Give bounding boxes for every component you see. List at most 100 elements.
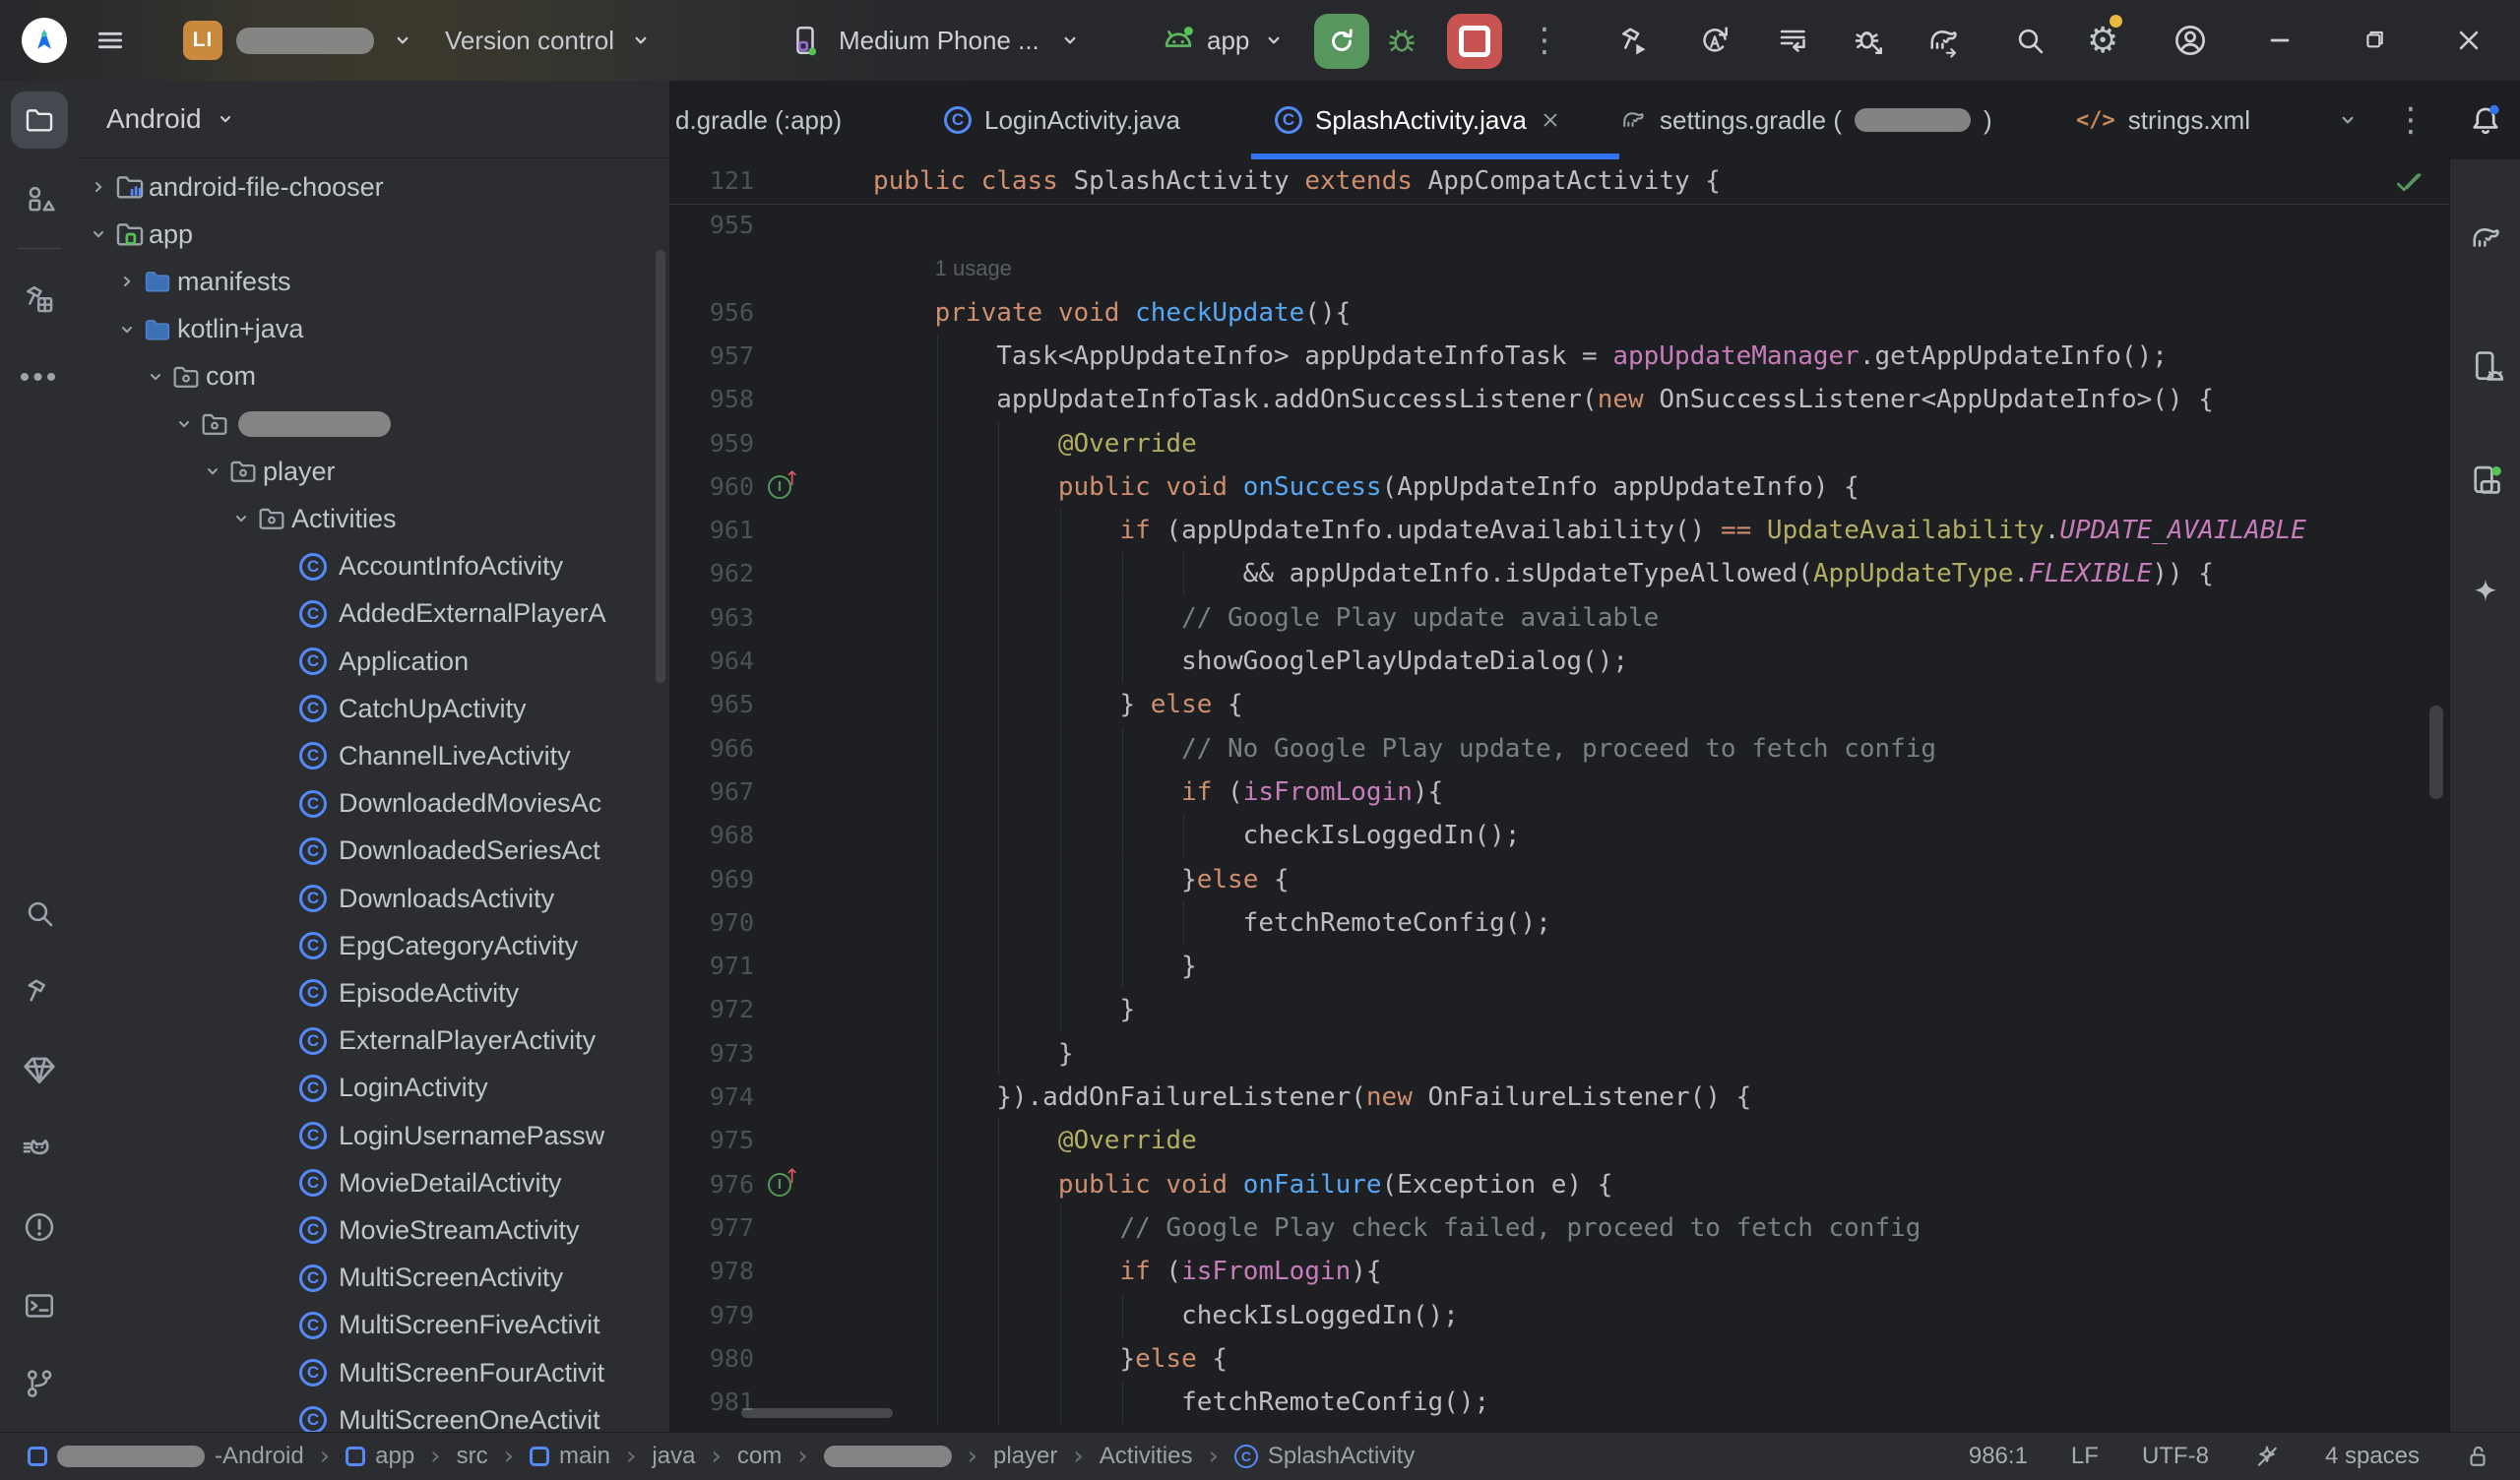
tree-node-kotlin+java[interactable]: kotlin+java — [79, 306, 669, 353]
tree-item-downloadsactivity[interactable]: CDownloadsActivity — [79, 875, 669, 922]
ai-status-widget[interactable] — [2252, 1442, 2282, 1471]
chevron-down-icon[interactable] — [229, 507, 253, 530]
breadcrumb-item-src[interactable]: src — [457, 1443, 488, 1470]
chevron-down-icon[interactable] — [144, 365, 167, 389]
tool-problems-button[interactable] — [0, 1200, 79, 1255]
search-everywhere-button[interactable] — [2012, 0, 2048, 81]
settings-button[interactable]: ⚙ — [2087, 0, 2118, 81]
window-close-button[interactable] — [2453, 0, 2485, 81]
tree-scrollbar[interactable] — [656, 250, 665, 683]
tool-build-variants-button[interactable] — [0, 272, 79, 327]
tab-scroll-chevron[interactable] — [2335, 81, 2361, 159]
tree-node-app[interactable]: app — [79, 211, 669, 258]
tool-version-control-button[interactable] — [0, 1356, 79, 1411]
tree-item-loginactivity[interactable]: CLoginActivity — [79, 1065, 669, 1112]
account-button[interactable] — [2172, 0, 2209, 81]
window-minimize-button[interactable] — [2264, 0, 2296, 81]
tab-settings-gradle-[interactable]: settings.gradle () — [1596, 81, 2045, 159]
tool-app-quality-insights-button[interactable] — [0, 1042, 79, 1097]
tab-splashactivity-java[interactable]: CSplashActivity.java — [1251, 81, 1619, 159]
tab-loginactivity-java[interactable]: CLoginActivity.java — [920, 81, 1235, 159]
project-widget[interactable]: LI — [183, 0, 415, 81]
breadcrumb-item-activities[interactable]: Activities — [1100, 1443, 1193, 1470]
tree-item-loginusernamepassw[interactable]: CLoginUsernamePassw — [79, 1112, 669, 1159]
task-list-button[interactable] — [1776, 0, 1811, 81]
tree-item-downloadedmoviesac[interactable]: CDownloadedMoviesAc — [79, 780, 669, 828]
chevron-right-icon[interactable] — [87, 175, 110, 199]
tree-item-catchupactivity[interactable]: CCatchUpActivity — [79, 685, 669, 732]
version-control-widget[interactable]: Version control — [445, 0, 654, 81]
indent-widget[interactable]: 4 spaces — [2325, 1443, 2420, 1470]
tab-options-button[interactable]: ⋮ — [2394, 81, 2427, 159]
tree-node-android-file-chooser[interactable]: android-file-chooser — [79, 163, 669, 211]
tree-item-multiscreenfiveactivit[interactable]: CMultiScreenFiveActivit — [79, 1302, 669, 1349]
chevron-down-icon[interactable] — [172, 412, 196, 436]
tree-item-application[interactable]: CApplication — [79, 638, 669, 685]
caret-position-widget[interactable]: 986:1 — [1969, 1443, 2028, 1470]
attach-debugger-button[interactable] — [1851, 0, 1886, 81]
tree-item-multiscreenactivity[interactable]: CMultiScreenActivity — [79, 1255, 669, 1302]
tool-resource-manager-button[interactable] — [0, 171, 79, 226]
code-editor[interactable]: 9551 usage956 private void checkUpdate()… — [669, 159, 2449, 1432]
tab-close-icon[interactable] — [1540, 109, 1561, 131]
overrides-icon[interactable]: I↑ — [768, 1171, 794, 1198]
chevron-down-icon[interactable] — [87, 222, 110, 246]
window-maximize-button[interactable] — [2359, 0, 2388, 81]
editor-horizontal-scrollbar[interactable] — [741, 1408, 893, 1418]
usages-hint[interactable]: 1 usage — [935, 247, 1012, 290]
main-menu-button[interactable] — [94, 0, 126, 81]
tree-item-accountinfoactivity[interactable]: CAccountInfoActivity — [79, 543, 669, 590]
device-selector[interactable]: Medium Phone ... — [788, 0, 1083, 81]
tree-node-activities[interactable]: Activities — [79, 495, 669, 542]
tree-node-manifests[interactable]: manifests — [79, 258, 669, 305]
tree-item-episodeactivity[interactable]: CEpisodeActivity — [79, 969, 669, 1017]
chevron-down-icon[interactable] — [201, 460, 224, 483]
breadcrumb-item-com[interactable]: com — [737, 1443, 782, 1470]
encoding-widget[interactable]: UTF-8 — [2142, 1443, 2209, 1470]
tool-logcat-button[interactable] — [0, 1121, 79, 1176]
tree-item-multiscreenoneactivit[interactable]: CMultiScreenOneActivit — [79, 1396, 669, 1432]
more-actions-button[interactable]: ⋮ — [1528, 0, 1561, 81]
line-separator-widget[interactable]: LF — [2071, 1443, 2099, 1470]
tree-item-moviedetailactivity[interactable]: CMovieDetailActivity — [79, 1159, 669, 1206]
notifications-button[interactable] — [2449, 81, 2520, 159]
project-view-selector[interactable]: Android — [79, 81, 669, 158]
tree-item-downloadedseriesact[interactable]: CDownloadedSeriesAct — [79, 828, 669, 875]
breadcrumb-item-player[interactable]: player — [993, 1443, 1057, 1470]
tree-node-com[interactable]: com — [79, 353, 669, 401]
tool-build-button[interactable] — [0, 964, 79, 1019]
tree-item-externalplayeractivity[interactable]: CExternalPlayerActivity — [79, 1018, 669, 1065]
rerun-button[interactable] — [1314, 14, 1369, 69]
tool-gradle-button[interactable] — [2450, 211, 2520, 266]
tool-running-devices-button[interactable] — [2450, 452, 2520, 507]
breadcrumb-item-splashactivity[interactable]: CSplashActivity — [1234, 1443, 1415, 1470]
breadcrumb-item-android[interactable]: -Android — [28, 1443, 304, 1470]
tool-project-button[interactable] — [11, 92, 68, 149]
breadcrumb-item[interactable] — [824, 1446, 952, 1467]
tool-device-manager-button[interactable] — [2450, 339, 2520, 394]
tree-item-addedexternalplayera[interactable]: CAddedExternalPlayerA — [79, 590, 669, 638]
sync-button[interactable] — [1697, 0, 1732, 81]
tree-item-epgcategoryactivity[interactable]: CEpgCategoryActivity — [79, 922, 669, 969]
editor-vertical-scrollbar[interactable] — [2429, 706, 2443, 799]
tree-item-channelliveactivity[interactable]: CChannelLiveActivity — [79, 732, 669, 779]
breadcrumb-item-java[interactable]: java — [652, 1443, 695, 1470]
tab-strings-xml[interactable]: </>strings.xml — [2052, 81, 2320, 159]
breadcrumb-item-main[interactable]: main — [530, 1443, 610, 1470]
tool-more-button[interactable]: ••• — [0, 350, 79, 405]
stop-button[interactable] — [1447, 14, 1502, 69]
inspection-ok-icon[interactable] — [2392, 165, 2426, 199]
tree-node-redacted[interactable] — [79, 401, 669, 448]
tool-gemini-button[interactable] — [2450, 565, 2520, 620]
tree-node-player[interactable]: player — [79, 448, 669, 495]
tool-terminal-button[interactable] — [0, 1278, 79, 1333]
build-button[interactable] — [1616, 0, 1652, 81]
chevron-down-icon[interactable] — [115, 318, 139, 341]
readonly-widget[interactable] — [2463, 1442, 2492, 1471]
tree-item-moviestreamactivity[interactable]: CMovieStreamActivity — [79, 1206, 669, 1254]
chevron-right-icon[interactable] — [115, 270, 139, 293]
breadcrumb-item-app[interactable]: app — [346, 1443, 414, 1470]
debug-button[interactable] — [1384, 0, 1419, 81]
gradle-sync-button[interactable] — [1925, 0, 1961, 81]
overrides-icon[interactable]: I↑ — [768, 473, 794, 500]
